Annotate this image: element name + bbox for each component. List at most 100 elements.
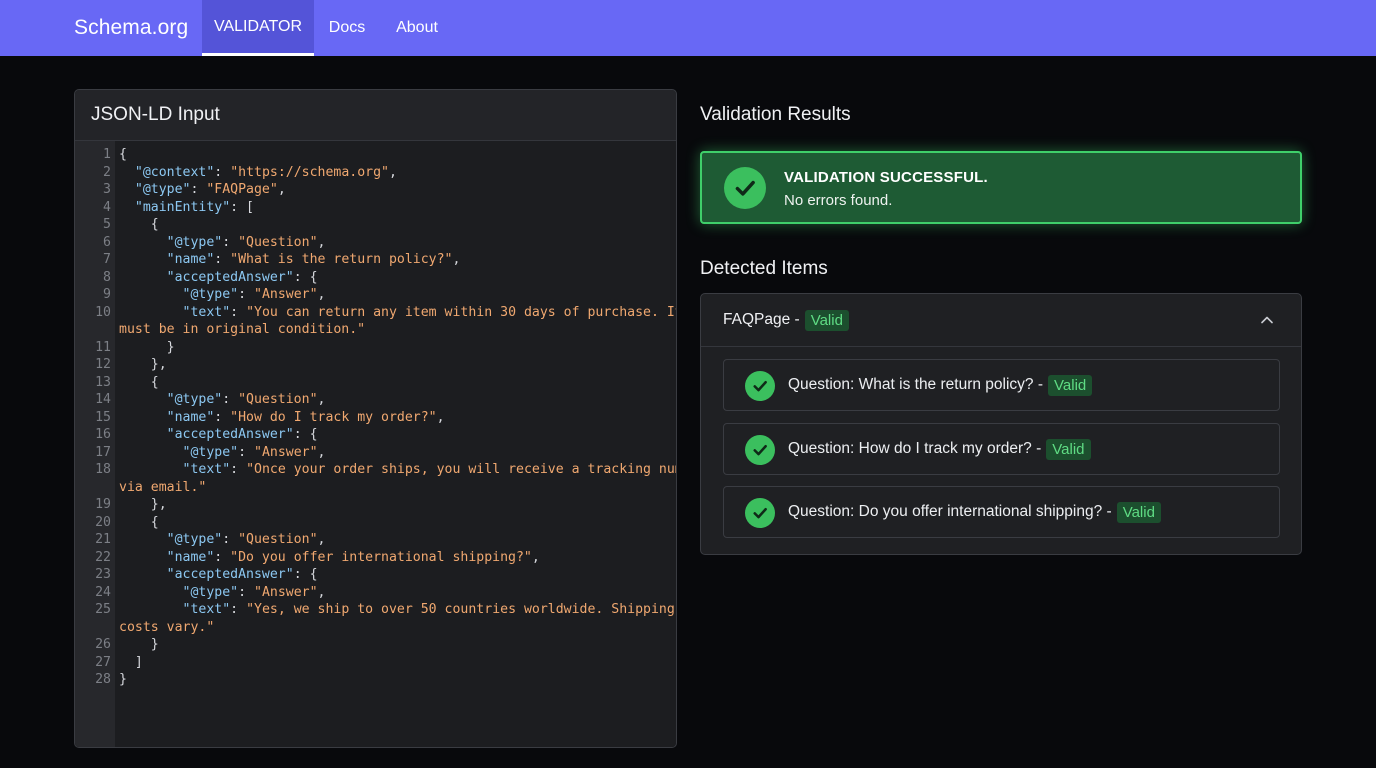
line-number: 26	[95, 637, 111, 652]
status-title: VALIDATION SUCCESSFUL.	[784, 169, 988, 186]
code-line: costs vary."	[75, 619, 676, 637]
input-card-title: JSON-LD Input	[75, 90, 676, 141]
check-circle-icon	[745, 371, 775, 401]
line-number: 6	[103, 234, 111, 250]
validation-status-alert: VALIDATION SUCCESSFUL. No errors found.	[700, 151, 1302, 224]
line-number: 10	[95, 304, 111, 320]
detected-item-row[interactable]: Question: Do you offer international shi…	[723, 486, 1280, 538]
code-line: 4 "mainEntity": [	[75, 199, 676, 217]
line-number: 7	[103, 252, 111, 267]
faqpage-accordion-header[interactable]: FAQPage - Valid	[701, 294, 1301, 347]
line-number: 15	[95, 409, 111, 425]
code-line: 13 {	[75, 374, 676, 392]
code-text: },	[119, 357, 167, 372]
detected-item-row[interactable]: Question: How do I track my order? - Val…	[723, 423, 1280, 475]
detected-item-row[interactable]: Question: What is the return policy? - V…	[723, 359, 1280, 411]
code-text: "@type": "Question",	[166, 392, 326, 407]
code-text: "@type": "Answer",	[182, 584, 326, 600]
code-text: {	[119, 514, 159, 530]
item-label: Question: Do you offer international shi…	[788, 503, 1112, 520]
code-text: must be in original condition."	[119, 322, 366, 337]
code-text: "@type": "FAQPage",	[134, 182, 286, 197]
code-line: 8 "acceptedAnswer": {	[75, 269, 676, 287]
line-number: 19	[95, 497, 111, 512]
code-line: 11 }	[75, 339, 676, 357]
code-line: 7 "name": "What is the return policy?",	[75, 251, 676, 269]
valid-badge: Valid	[1048, 374, 1093, 396]
line-number: 22	[95, 549, 111, 565]
code-line: 2 "@context": "https://schema.org",	[75, 164, 676, 182]
status-message: No errors found.	[784, 192, 893, 209]
line-number: 5	[103, 217, 111, 232]
detected-items-title: Detected Items	[700, 258, 828, 279]
item-label: Question: What is the return policy? -	[788, 376, 1044, 393]
chevron-up-icon[interactable]	[1259, 312, 1275, 328]
code-text: "@type": "Question",	[166, 234, 326, 250]
code-text: {	[119, 147, 127, 162]
line-number: 23	[95, 567, 111, 582]
code-line: 22 "name": "Do you offer international s…	[75, 549, 676, 567]
validation-results-title: Validation Results	[700, 104, 851, 125]
code-text: {	[119, 217, 159, 232]
nav-link-docs[interactable]: Docs	[314, 0, 380, 56]
line-number: 28	[95, 672, 111, 687]
code-text: "name": "What is the return policy?",	[166, 252, 461, 267]
code-text: }	[119, 637, 159, 652]
code-text: "text": "You can return any item within …	[182, 304, 677, 320]
code-text: "@context": "https://schema.org",	[134, 164, 397, 180]
code-line: 9 "@type": "Answer",	[75, 286, 676, 304]
brand-logo[interactable]: Schema.org	[74, 0, 188, 56]
code-text: "name": "Do you offer international ship…	[166, 549, 540, 565]
check-circle-icon	[745, 435, 775, 465]
code-text: "mainEntity": [	[134, 199, 254, 215]
valid-badge: Valid	[1046, 438, 1091, 460]
code-line: 17 "@type": "Answer",	[75, 444, 676, 462]
line-number: 17	[95, 444, 111, 460]
code-line: 23 "acceptedAnswer": {	[75, 566, 676, 584]
line-number: 9	[103, 287, 111, 302]
code-editor[interactable]: 1{2 "@context": "https://schema.org", 3 "…	[75, 141, 676, 747]
code-text: "acceptedAnswer": {	[166, 427, 318, 442]
code-line: via email."	[75, 479, 676, 497]
code-line: 19 },	[75, 496, 676, 514]
code-line: 16 "acceptedAnswer": {	[75, 426, 676, 444]
line-number: 25	[95, 602, 111, 617]
line-number: 1	[103, 147, 111, 162]
code-text: via email."	[119, 479, 207, 495]
detected-items-card: FAQPage - Valid Question: What is the re…	[700, 293, 1302, 555]
code-text: {	[119, 374, 159, 390]
code-line: 27 ]	[75, 654, 676, 672]
code-line: 25 "text": "Yes, we ship to over 50 coun…	[75, 601, 676, 619]
line-number: 24	[95, 584, 111, 600]
code-text: }	[119, 339, 175, 355]
detected-item-text: Question: How do I track my order? - Val…	[788, 424, 1091, 474]
check-circle-icon	[724, 167, 766, 209]
code-text: }	[119, 672, 127, 687]
code-line: 28}	[75, 671, 676, 689]
code-lines[interactable]: 1{2 "@context": "https://schema.org", 3 "…	[75, 146, 676, 689]
detected-item-text: Question: Do you offer international shi…	[788, 487, 1161, 537]
code-line: 20 {	[75, 514, 676, 532]
line-number: 18	[95, 462, 111, 477]
line-number: 2	[103, 164, 111, 180]
code-text: "@type": "Question",	[166, 532, 326, 547]
line-number: 13	[95, 374, 111, 390]
line-number: 16	[95, 427, 111, 442]
json-ld-input-card: JSON-LD Input 1 {2 "@context": "https://s…	[74, 89, 677, 748]
nav-tab-validator[interactable]: VALIDATOR	[202, 0, 314, 56]
code-text: "acceptedAnswer": {	[166, 567, 318, 582]
code-line: must be in original condition."	[75, 321, 676, 339]
nav-link-about[interactable]: About	[380, 0, 454, 56]
code-line: 14 "@type": "Question",	[75, 391, 676, 409]
line-number: 14	[95, 392, 111, 407]
code-text: "@type": "Answer",	[182, 287, 326, 302]
line-number: 3	[103, 182, 111, 197]
line-number: 12	[95, 357, 111, 372]
line-number: 11	[95, 339, 111, 355]
code-text: "@type": "Answer",	[182, 444, 326, 460]
code-line: 26 }	[75, 636, 676, 654]
code-line: 10 "text": "You can return any item with…	[75, 304, 676, 322]
code-line: 24 "@type": "Answer",	[75, 584, 676, 602]
code-text: "name": "How do I track my order?",	[166, 409, 445, 425]
code-text: "text": "Once your order ships, you will…	[182, 462, 677, 477]
